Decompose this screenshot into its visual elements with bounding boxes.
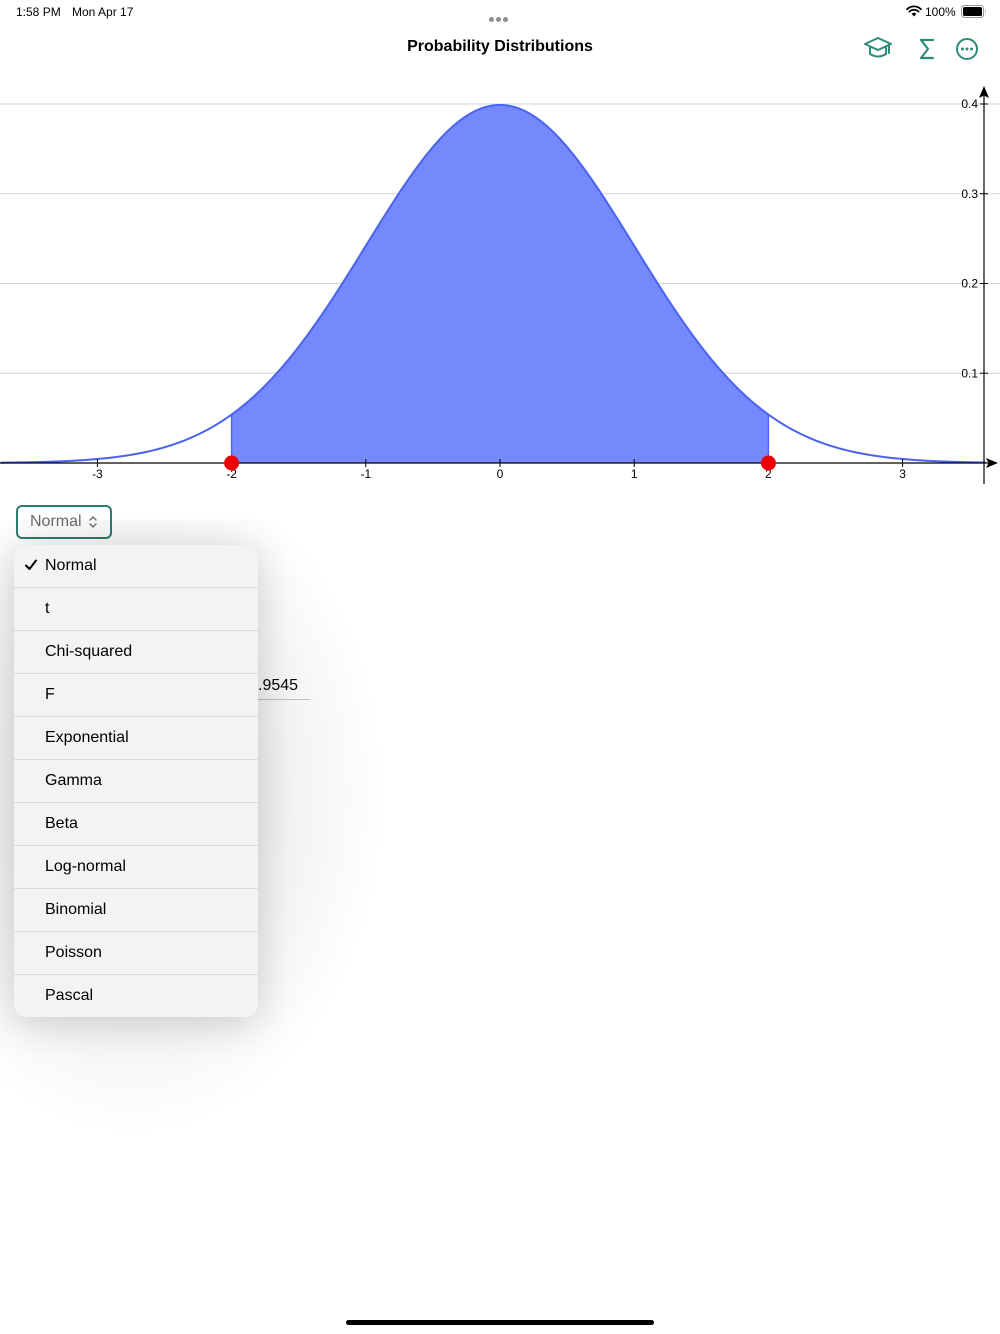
dropdown-item-label: F — [45, 686, 55, 703]
dropdown-item-log-normal[interactable]: Log-normal — [14, 846, 258, 889]
interval-marker-right[interactable] — [760, 455, 776, 471]
distribution-selector-value: Normal — [30, 513, 82, 530]
dropdown-item-pascal[interactable]: Pascal — [14, 975, 258, 1017]
x-tick-label-2: -1 — [360, 467, 371, 481]
status-bar: 1:58 PM Mon Apr 17 100% — [0, 0, 1000, 24]
chevron-up-down-icon — [88, 516, 97, 528]
sigma-button[interactable] — [911, 34, 943, 64]
interval-marker-left[interactable] — [224, 455, 240, 471]
distribution-chart-svg[interactable]: -3 -2 -1 0 1 2 30.10.20.30.4 — [0, 80, 1000, 500]
home-indicator[interactable] — [346, 1320, 654, 1325]
dropdown-item-label: Log-normal — [45, 858, 126, 875]
dropdown-item-f[interactable]: F — [14, 674, 258, 717]
dropdown-item-gamma[interactable]: Gamma — [14, 760, 258, 803]
y-tick-label-3: 0.4 — [961, 97, 978, 111]
dropdown-item-t[interactable]: t — [14, 588, 258, 631]
dropdown-item-exponential[interactable]: Exponential — [14, 717, 258, 760]
dropdown-item-beta[interactable]: Beta — [14, 803, 258, 846]
page-title: Probability Distributions — [407, 38, 593, 55]
more-button[interactable] — [951, 34, 983, 64]
battery-icon — [961, 5, 986, 18]
dropdown-item-label: Beta — [45, 815, 78, 832]
dropdown-item-normal[interactable]: Normal — [14, 545, 258, 588]
dropdown-item-label: Chi-squared — [45, 643, 133, 660]
more-circle-icon — [956, 38, 978, 60]
checkmark-icon — [25, 559, 37, 570]
x-tick-label-0: -3 — [92, 467, 103, 481]
dropdown-item-poisson[interactable]: Poisson — [14, 932, 258, 975]
dropdown-item-label: Pascal — [45, 987, 94, 1004]
probability-result[interactable]: .9545 — [258, 677, 310, 700]
dropdown-item-label: t — [45, 600, 50, 617]
status-date: Mon Apr 17 — [72, 5, 134, 19]
x-tick-label-6: 3 — [899, 467, 906, 481]
y-tick-label-2: 0.3 — [961, 187, 978, 201]
distribution-dropdown-menu: Normal t Chi-squared F Exponential Gamma Beta L… — [14, 545, 258, 1017]
dropdown-item-label: Binomial — [45, 901, 107, 918]
x-tick-label-4: 1 — [631, 467, 638, 481]
x-tick-label-3: 0 — [497, 467, 504, 481]
sigma-icon — [919, 38, 935, 60]
dropdown-item-label: Gamma — [45, 772, 102, 789]
status-time: 1:58 PM — [16, 5, 61, 19]
distribution-selector[interactable]: Normal — [16, 505, 112, 539]
dropdown-item-binomial[interactable]: Binomial — [14, 889, 258, 932]
dropdown-item-label: Normal — [45, 557, 97, 574]
wifi-icon — [906, 5, 922, 17]
graduation-cap-icon — [864, 37, 892, 58]
learn-button[interactable] — [862, 34, 894, 64]
y-tick-label-1: 0.2 — [961, 277, 978, 291]
dropdown-item-label: Exponential — [45, 729, 129, 746]
battery-percentage: 100% — [925, 5, 956, 19]
dropdown-item-label: Poisson — [45, 944, 102, 961]
multitasking-dots-icon[interactable] — [489, 9, 511, 22]
distribution-chart[interactable]: -3 -2 -1 0 1 2 3 0.1 0.2 0.3 0.4 — [0, 80, 1000, 500]
y-tick-label-0: 0.1 — [961, 366, 978, 380]
dropdown-item-chi-squared[interactable]: Chi-squared — [14, 631, 258, 674]
